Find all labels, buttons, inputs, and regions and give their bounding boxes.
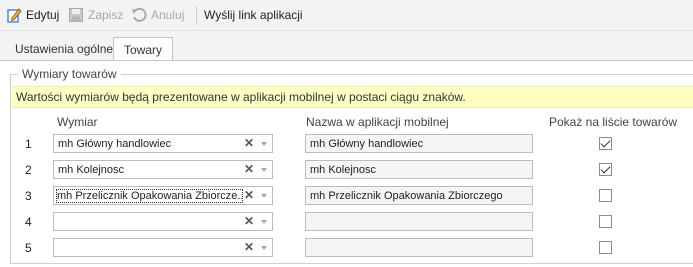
chevron-down-icon[interactable] [257,187,272,204]
chevron-down-icon[interactable] [257,135,272,152]
save-icon [68,7,84,23]
edit-button-label: Edytuj [26,8,60,22]
column-header-mobile-name: Nazwa w aplikacji mobilnej [306,115,449,129]
dimension-combo-value: mh Kolejnosc [58,164,125,176]
row-number: 5 [25,241,32,255]
chevron-down-icon[interactable] [257,213,272,230]
tab-strip: Ustawienia ogólne Towary [0,31,693,62]
tab-general-settings[interactable]: Ustawienia ogólne [4,37,124,61]
products-panel: Wymiary towarów Wartości wymiarów będą p… [0,61,693,267]
send-link-button-label: Wyślij link aplikacji [204,8,303,22]
column-header-show-on-list: Pokaż na liście towarów [549,115,678,129]
dimension-combo-value: mh Główny handlowiec [58,138,172,150]
mobile-name-field[interactable] [305,212,533,231]
row-number: 3 [25,189,32,203]
dimensions-group-title: Wymiary towarów [18,67,121,81]
dimension-combo[interactable]: mh Główny handlowiec ✕ [53,134,273,153]
tab-products[interactable]: Towary [113,37,174,62]
show-on-list-checkbox[interactable] [599,215,612,228]
column-header-dimension: Wymiar [57,115,98,129]
clear-icon[interactable]: ✕ [243,137,255,150]
dimension-combo-value: mh Przelicznik Opakowania Zbiorcze... [56,189,243,203]
send-link-button[interactable]: Wyślij link aplikacji [200,5,303,25]
mobile-name-value: mh Kolejnosc [310,164,377,176]
undo-icon [131,7,147,23]
dimension-combo[interactable]: ✕ [53,212,273,231]
dimension-combo[interactable]: mh Kolejnosc ✕ [53,160,273,179]
edit-button[interactable]: Edytuj [6,5,59,25]
toolbar: Edytuj Zapisz Anuluj Wyślij link aplikac… [0,0,693,31]
mobile-name-field[interactable] [305,238,533,257]
cancel-button[interactable]: Anuluj [131,5,184,25]
show-on-list-checkbox[interactable] [599,189,612,202]
row-number: 4 [25,215,32,229]
clear-icon[interactable]: ✕ [243,189,255,202]
save-button-label: Zapisz [88,8,124,22]
info-banner: Wartości wymiarów będą prezentowane w ap… [12,86,693,108]
dimension-combo[interactable]: ✕ [53,238,273,257]
edit-icon [6,7,22,23]
info-banner-text: Wartości wymiarów będą prezentowane w ap… [16,90,466,104]
toolbar-separator [196,6,197,25]
row-number: 1 [25,137,32,151]
mobile-name-field[interactable]: mh Główny handlowiec [305,134,533,153]
show-on-list-checkbox[interactable] [599,137,612,150]
mobile-name-field[interactable]: mh Przelicznik Opakowania Zbiorczego [305,186,533,205]
show-on-list-checkbox[interactable] [599,163,612,176]
cancel-button-label: Anuluj [151,8,185,22]
chevron-down-icon[interactable] [257,239,272,256]
mobile-name-value: mh Przelicznik Opakowania Zbiorczego [310,190,503,202]
row-number: 2 [25,163,32,177]
show-on-list-checkbox[interactable] [599,241,612,254]
clear-icon[interactable]: ✕ [243,241,255,254]
dimension-combo[interactable]: mh Przelicznik Opakowania Zbiorcze... ✕ [53,186,273,205]
mobile-name-value: mh Główny handlowiec [310,138,424,150]
clear-icon[interactable]: ✕ [243,215,255,228]
clear-icon[interactable]: ✕ [243,163,255,176]
chevron-down-icon[interactable] [257,161,272,178]
mobile-name-field[interactable]: mh Kolejnosc [305,160,533,179]
save-button[interactable]: Zapisz [68,5,123,25]
